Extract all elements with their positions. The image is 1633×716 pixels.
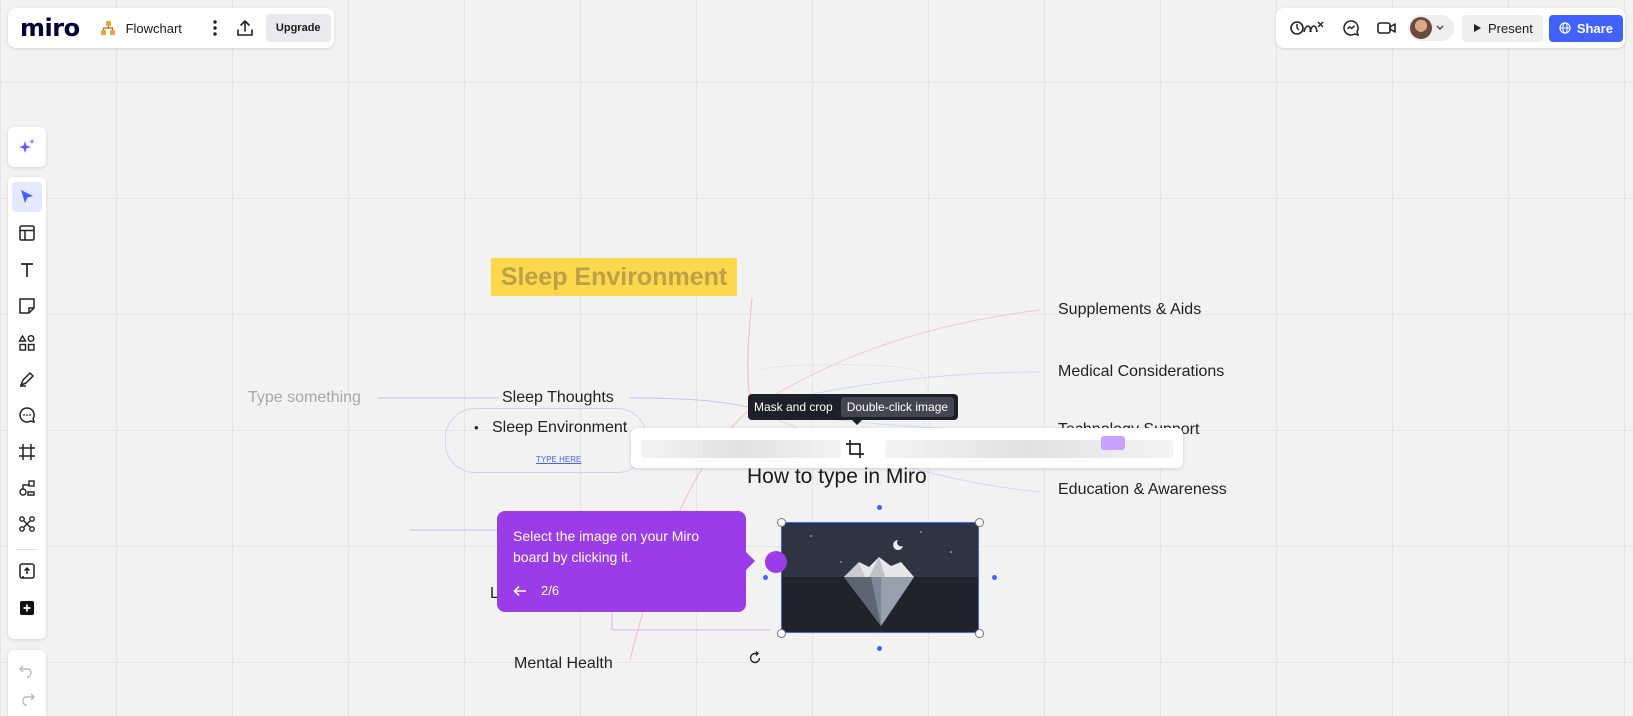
back-button[interactable] xyxy=(513,585,527,597)
node-education[interactable]: Education & Awareness xyxy=(1058,481,1227,499)
node-supplements[interactable]: Supplements & Aids xyxy=(1058,301,1201,319)
connector-dot-top[interactable] xyxy=(877,505,882,510)
connector-dot-right[interactable] xyxy=(992,575,997,580)
color-chip[interactable] xyxy=(1101,436,1125,450)
node-mental-health[interactable]: Mental Health xyxy=(514,655,613,673)
how-to-title[interactable]: How to type in Miro xyxy=(747,465,927,489)
resize-handle-top-left[interactable] xyxy=(777,518,786,527)
mask-and-crop-button[interactable] xyxy=(841,435,869,463)
connector-dot-bottom[interactable] xyxy=(877,646,882,651)
toolbar-blurred-left xyxy=(641,440,841,458)
resize-handle-top-right[interactable] xyxy=(975,518,984,527)
rotate-icon xyxy=(749,651,761,664)
resize-handle-bottom-left[interactable] xyxy=(777,629,786,638)
title-sticker[interactable]: Sleep Environment xyxy=(491,258,737,296)
bullet: • xyxy=(474,420,479,435)
tooltip-hint: Double-click image xyxy=(840,397,955,417)
image-context-toolbar xyxy=(631,428,1183,468)
node-medical[interactable]: Medical Considerations xyxy=(1058,363,1224,381)
node-sleep-thoughts[interactable]: Sleep Thoughts xyxy=(502,389,614,407)
selection-frame xyxy=(781,522,979,633)
tooltip-label: Mask and crop xyxy=(754,400,833,414)
guide-target-dot xyxy=(765,551,787,573)
connector-dot-left[interactable] xyxy=(763,575,768,580)
guide-text: Select the image on your Miro board by c… xyxy=(513,528,699,565)
node-sleep-environment[interactable]: Sleep Environment xyxy=(492,419,627,437)
resize-handle-bottom-right[interactable] xyxy=(975,629,984,638)
toolbar-blurred-right xyxy=(885,440,1173,458)
guide-popup: Select the image on your Miro board by c… xyxy=(497,511,746,612)
arrow-left-icon xyxy=(513,585,526,596)
placeholder-node[interactable]: Type something xyxy=(248,389,361,407)
guide-step: 2/6 xyxy=(541,583,560,598)
rotate-handle[interactable] xyxy=(748,651,762,665)
guide-nav: 2/6 xyxy=(513,583,559,598)
crop-tooltip: Mask and crop Double-click image xyxy=(748,394,959,420)
type-here-link[interactable]: TYPE HERE xyxy=(536,455,581,464)
crop-icon xyxy=(846,440,864,458)
guide-pointer xyxy=(746,552,755,570)
tooltip-arrow xyxy=(851,419,863,425)
